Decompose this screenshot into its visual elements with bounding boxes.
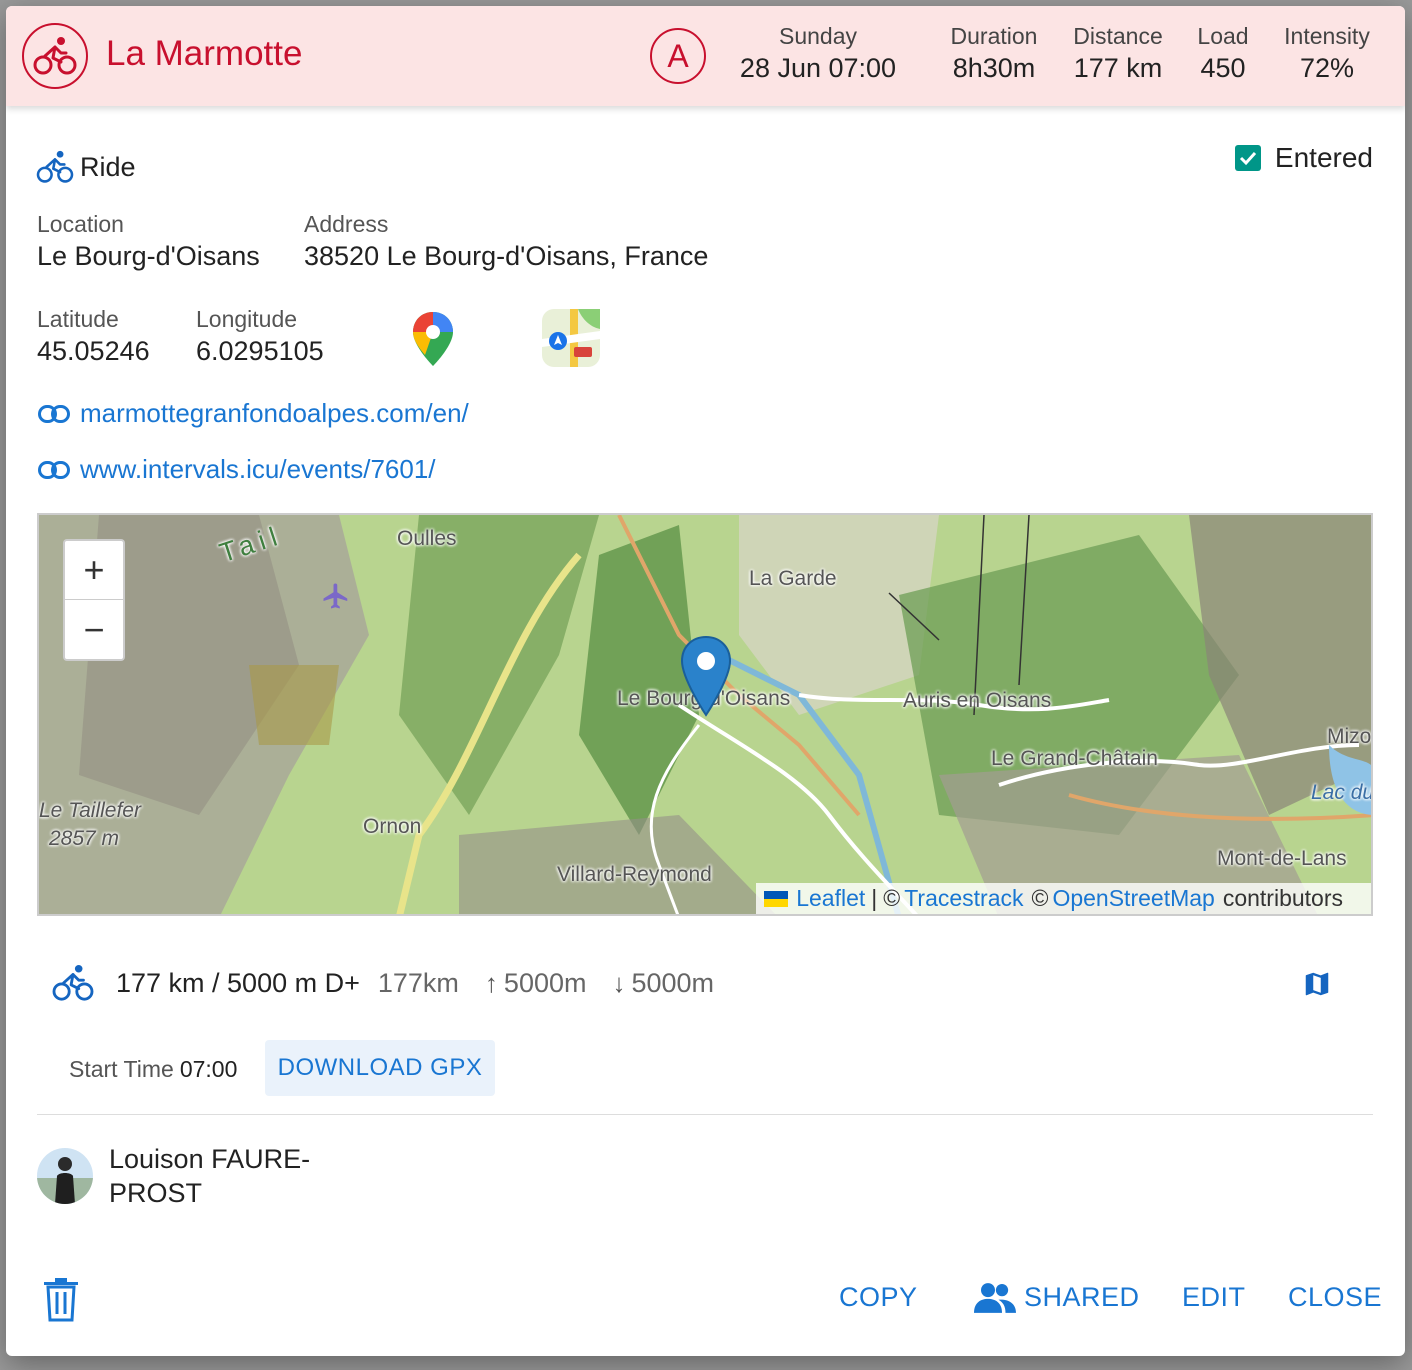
stat-load: Load 450 (1188, 22, 1258, 86)
map-label-taillefer: Le Taillefer (39, 799, 141, 822)
dialog-header: La Marmotte A Sunday 28 Jun 07:00 Durati… (6, 6, 1405, 106)
google-maps-icon[interactable] (411, 310, 455, 368)
route-distance: 177km (377, 967, 459, 998)
attribution-contributors: contributors (1222, 885, 1343, 911)
stat-load-label: Load (1197, 23, 1249, 49)
arrow-down-icon: ↓ (612, 967, 626, 998)
location-value: Le Bourg-d'Oisans (37, 241, 260, 271)
longitude-field: Longitude 6.0295105 (196, 304, 324, 368)
stat-date-time: 28 Jun 07:00 (739, 53, 897, 83)
tracestrack-link[interactable]: Tracestrack (904, 885, 1023, 912)
intervals-link-text[interactable]: www.intervals.icu/events/7601/ (80, 454, 436, 485)
link-icon (38, 404, 70, 423)
stat-intensity-label: Intensity (1284, 23, 1370, 49)
latitude-label: Latitude (37, 306, 119, 332)
start-time-value: 07:00 (179, 1056, 238, 1082)
openstreetmap-link[interactable]: OpenStreetMap (1052, 885, 1214, 912)
map-attribution: Leaflet | © Tracestrack © OpenStreetMap … (756, 883, 1371, 914)
map-label-auris: Auris en Oisans (903, 689, 1052, 712)
stat-load-value: 450 (1200, 53, 1246, 83)
event-title: La Marmotte (106, 34, 303, 73)
stat-intensity: Intensity 72% (1276, 22, 1378, 86)
arrow-up-icon: ↑ (484, 967, 498, 998)
entered-label: Entered (1274, 142, 1373, 173)
route-ascent: 5000m (503, 967, 587, 998)
stat-duration-label: Duration (950, 23, 1038, 49)
latitude-field: Latitude 45.05246 (37, 304, 150, 368)
location-field: Location Le Bourg-d'Oisans (37, 209, 260, 273)
map-label-grand-chatain: Le Grand-Châtain (991, 747, 1158, 770)
stat-duration: Duration 8h30m (940, 22, 1048, 86)
ukraine-flag-icon (764, 890, 789, 907)
address-label: Address (304, 211, 389, 237)
attribution-separator: | (871, 885, 878, 911)
avatar (37, 1148, 93, 1204)
longitude-label: Longitude (196, 306, 298, 332)
map-icon[interactable] (1302, 969, 1332, 999)
edit-button[interactable]: EDIT (1182, 1282, 1246, 1313)
event-dialog: La Marmotte A Sunday 28 Jun 07:00 Durati… (6, 6, 1405, 1356)
shared-button[interactable]: SHARED (974, 1282, 1140, 1313)
address-field: Address 38520 Le Bourg-d'Oisans, France (304, 209, 708, 273)
map-label-mont-de-lans: Mont-de-Lans (1217, 847, 1347, 870)
map-label-la-garde: La Garde (749, 567, 837, 590)
stat-day: Sunday (778, 23, 857, 49)
entered-checkbox[interactable]: Entered (1234, 142, 1373, 174)
stat-duration-value: 8h30m (952, 53, 1036, 83)
leaflet-link[interactable]: Leaflet (796, 885, 865, 912)
event-type: Ride (36, 150, 136, 184)
athlete-name: Louison FAURE-PROST (109, 1144, 311, 1208)
address-value: 38520 Le Bourg-d'Oisans, France (304, 241, 709, 271)
intervals-link[interactable]: www.intervals.icu/events/7601/ (38, 454, 436, 485)
athlete: Louison FAURE-PROST (37, 1142, 339, 1210)
stat-intensity-value: 72% (1299, 53, 1355, 83)
map-label-oulles: Oulles (397, 527, 457, 550)
attribution-copyright: © (883, 885, 901, 911)
route-summary-title: 177 km / 5000 m D+ (116, 967, 360, 998)
bike-rider-icon (36, 150, 74, 183)
shared-button-label[interactable]: SHARED (1024, 1282, 1140, 1313)
location-label: Location (37, 211, 124, 237)
divider (37, 1114, 1373, 1115)
route-summary: 177 km / 5000 m D+ 177km ↑ 5000m ↓ 5000m (52, 964, 714, 1002)
download-gpx-button[interactable]: DOWNLOAD GPX (265, 1040, 495, 1096)
people-icon (974, 1282, 1016, 1313)
priority-badge: A (650, 28, 706, 84)
stat-distance-label: Distance (1073, 23, 1163, 49)
latitude-value: 45.05246 (37, 336, 150, 366)
map-marker-icon[interactable] (680, 635, 732, 717)
zoom-control: + − (63, 539, 125, 661)
ride-type-badge (22, 23, 88, 89)
map-label-villard-reymond: Villard-Reymond (557, 863, 712, 886)
bike-rider-icon (52, 964, 94, 1001)
attribution-copyright: © (1031, 885, 1049, 911)
stat-date: Sunday 28 Jun 07:00 (728, 22, 908, 86)
start-time: Start Time 07:00 (69, 1056, 237, 1083)
website-link[interactable]: marmottegranfondoalpes.com/en/ (38, 398, 469, 429)
stat-distance: Distance 177 km (1066, 22, 1170, 86)
zoom-in-button[interactable]: + (65, 541, 123, 600)
longitude-value: 6.0295105 (196, 336, 324, 366)
start-time-label: Start Time (69, 1056, 174, 1082)
check-icon[interactable] (1234, 145, 1261, 171)
stat-distance-value: 177 km (1073, 53, 1163, 83)
event-type-label: Ride (80, 151, 136, 182)
close-button[interactable]: CLOSE (1288, 1282, 1382, 1313)
map-label-mizo: Mizo (1327, 725, 1372, 748)
map-label-ornon: Ornon (363, 815, 422, 838)
location-map[interactable]: Oulles La Garde Le Bourg-d'Oisans Auris … (37, 513, 1373, 916)
link-icon (38, 460, 70, 479)
apple-maps-icon[interactable] (542, 309, 600, 367)
map-label-lac: Lac du (1311, 781, 1373, 804)
route-descent: 5000m (631, 967, 715, 998)
zoom-out-button[interactable]: − (65, 600, 123, 659)
copy-button[interactable]: COPY (839, 1282, 918, 1313)
delete-icon[interactable] (42, 1278, 80, 1322)
map-label-taillefer-elevation: 2857 m (49, 827, 120, 850)
airport-icon (323, 583, 348, 609)
bike-rider-icon (33, 37, 77, 75)
website-link-text[interactable]: marmottegranfondoalpes.com/en/ (80, 398, 469, 429)
